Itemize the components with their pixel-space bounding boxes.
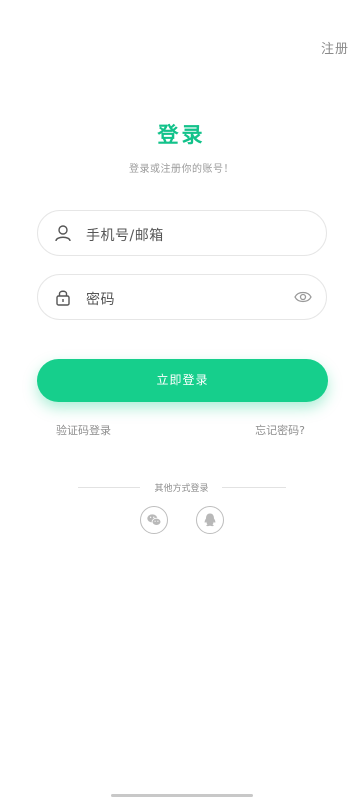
wechat-login-button[interactable] (140, 506, 168, 534)
qq-icon (204, 513, 216, 527)
divider-right (222, 487, 286, 488)
other-login-label: 其他方式登录 (154, 484, 209, 494)
login-button[interactable]: 立即登录 (37, 359, 328, 402)
eye-icon[interactable] (294, 290, 312, 304)
forgot-password-link[interactable]: 忘记密码? (255, 422, 305, 438)
user-icon (55, 225, 71, 242)
qq-login-button[interactable] (196, 506, 224, 534)
home-indicator (111, 794, 253, 797)
lock-icon (56, 290, 70, 306)
password-placeholder: 密码 (86, 292, 115, 308)
page-title: 登录 (157, 123, 206, 147)
account-placeholder: 手机号/邮箱 (86, 228, 164, 244)
page-subtitle: 登录或注册你的账号！ (129, 164, 234, 175)
account-field[interactable]: 手机号/邮箱 (37, 210, 327, 256)
password-field[interactable]: 密码 (37, 274, 327, 320)
wechat-icon (147, 514, 162, 526)
sms-login-link[interactable]: 验证码登录 (56, 422, 111, 438)
register-link[interactable]: 注册 (321, 38, 349, 57)
